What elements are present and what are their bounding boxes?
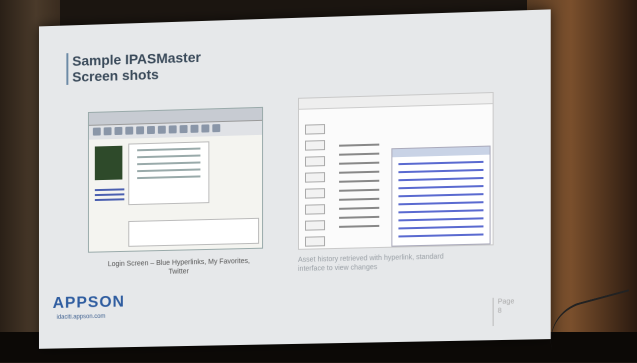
login-screenshot: [88, 107, 263, 253]
appson-logo: APPSON: [53, 294, 125, 313]
toolbar-icon: [125, 127, 133, 135]
toolbar-icon: [104, 127, 112, 135]
projection-screen: Sample IPASMaster Screen shots Login Scr…: [39, 9, 551, 348]
login-panel: [128, 141, 209, 205]
toolbar-icon: [212, 124, 220, 132]
toolbar-icon: [114, 127, 122, 135]
toolbar-icon: [180, 125, 188, 133]
caption-asset-history: Asset history retrieved with hyperlink, …: [298, 251, 500, 274]
window-toolbar: [299, 93, 493, 110]
caption-login: Login Screen – Blue Hyperlinks, My Favor…: [90, 257, 268, 279]
toolbar-icon: [93, 128, 101, 136]
page-number: Page 8: [493, 297, 525, 326]
slide-title: Sample IPASMaster Screen shots: [66, 49, 201, 85]
asset-history-screenshot: [298, 92, 494, 250]
toolbar-icon: [201, 124, 209, 132]
page-value: 8: [498, 306, 524, 316]
toolbar-icon: [158, 126, 166, 134]
toolbar-icon: [136, 126, 144, 134]
toolbar-icon: [169, 125, 177, 133]
slide-title-line2: Screen shots: [72, 65, 201, 85]
hyperlinks-list: [95, 185, 125, 204]
toolbar-icon: [191, 125, 199, 133]
website-url: idaciti.appson.com: [57, 314, 106, 321]
toolbar-icon: [147, 126, 155, 134]
book-cover-image: [95, 146, 123, 180]
favorites-panel: [128, 218, 259, 247]
history-dialog: [391, 146, 490, 247]
data-grid: [339, 137, 379, 235]
side-buttons: [305, 118, 325, 253]
